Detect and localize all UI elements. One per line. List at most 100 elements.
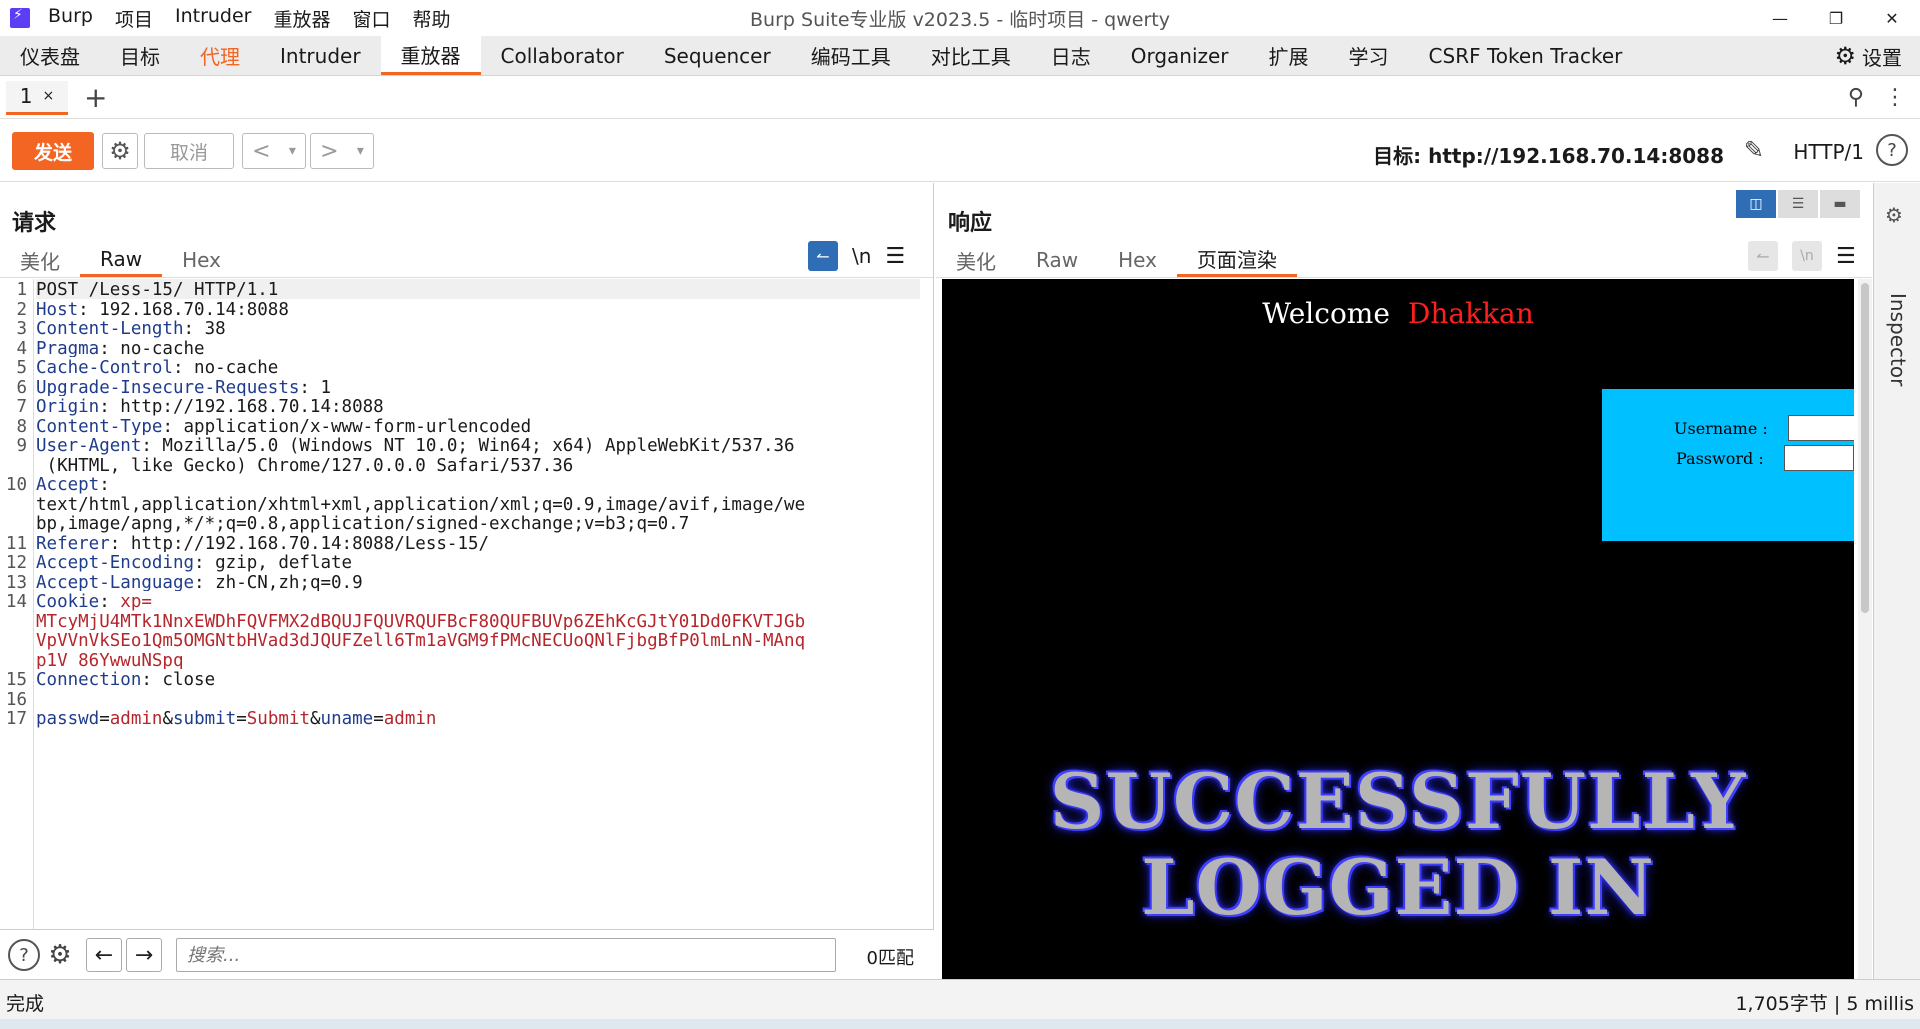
tab-render[interactable]: 页面渲染 [1176,243,1297,277]
pencil-icon[interactable]: ✎ [1744,136,1764,164]
main-tab-8[interactable]: 对比工具 [911,36,1031,75]
header-value: : application/x-www-form-urlencoded [162,416,532,436]
tab-raw[interactable]: Raw [1016,243,1098,277]
tab-pretty[interactable]: 美化 [936,243,1016,277]
request-code[interactable]: POST /Less-15/ HTTP/1.1 Host: 192.168.70.… [36,279,920,728]
main-tab-2[interactable]: 代理 [180,36,260,75]
next-match-button[interactable]: → [126,938,162,972]
code-line: text/html,application/xhtml+xml,applicat… [36,494,920,514]
word-wrap-icon: ↼ [1748,241,1778,271]
chevron-down-icon[interactable]: ▾ [289,143,296,159]
header-name: Referer [36,533,110,553]
header-name: Cookie [36,592,100,611]
search-icon[interactable]: ⚲ [1848,85,1864,110]
forward-nav[interactable]: > ▾ [310,133,374,169]
repeater-tab-bar: 1 × + ⚲ ⋮ [0,77,1920,119]
main-tab-0[interactable]: 仪表盘 [0,36,100,75]
response-panel: 响应 美化 Raw Hex 页面渲染 ↼ \n ☰ Welcome Dhakkan… [936,183,1872,979]
menu-help[interactable]: 帮助 [413,5,451,32]
close-window-button[interactable]: ✕ [1864,0,1920,36]
side-by-side-layout-icon[interactable]: ◫ [1736,190,1776,218]
main-tab-5[interactable]: Collaborator [481,36,644,75]
main-tab-11[interactable]: 扩展 [1249,36,1329,75]
menu-icon[interactable]: ☰ [885,244,905,269]
menu-burp[interactable]: Burp [48,5,93,32]
http-version-toggle[interactable]: HTTP/1 [1793,140,1864,164]
body-param-passwd_key: passwd [36,709,100,728]
restore-button[interactable]: ❐ [1808,0,1864,36]
forward-button[interactable]: > [320,139,338,164]
response-view-tabs: 美化 Raw Hex 页面渲染 [936,243,1297,277]
main-tab-6[interactable]: Sequencer [644,36,791,75]
back-nav[interactable]: < ▾ [242,133,306,169]
header-name: Accept-Language [36,572,195,592]
settings-button[interactable]: ⚙ 设置 [1834,36,1902,76]
main-tab-9[interactable]: 日志 [1031,36,1111,75]
tab-pretty[interactable]: 美化 [0,243,80,277]
cancel-button[interactable]: 取消 [144,133,234,169]
tab-hex[interactable]: Hex [162,243,241,277]
header-name: User-Agent [36,436,142,455]
gear-icon[interactable]: ⚙ [44,939,76,971]
line-number: 6 [16,377,27,398]
header-value: : 1 [299,377,332,397]
back-button[interactable]: < [252,139,270,164]
request-editor[interactable]: 1 2 3 4 5 6 7 8 9 10 11 12 13 14 15 16 17 POST /Less-15/… [0,279,934,929]
help-icon[interactable]: ? [1876,134,1908,166]
line-number: 8 [16,416,27,437]
main-tab-4[interactable]: 重放器 [380,36,481,75]
inspector-sidebar[interactable]: ⚙ Inspector [1873,183,1920,979]
header-value: text/html,application/xhtml+xml,applicat… [36,494,806,514]
tab-raw[interactable]: Raw [80,243,163,277]
menu-project[interactable]: 项目 [115,5,153,32]
main-tab-3[interactable]: Intruder [260,36,381,75]
header-value: : close [141,670,216,689]
header-value: POST /Less-15/ HTTP/1.1 [36,280,279,299]
newline-toggle[interactable]: \n [852,244,871,268]
search-input[interactable] [176,938,836,972]
main-tab-7[interactable]: 编码工具 [791,36,911,75]
repeater-tab-1[interactable]: 1 × [6,80,68,115]
stacked-layout-icon[interactable]: ☰ [1778,190,1818,218]
main-tab-12[interactable]: 学习 [1329,36,1409,75]
minimize-button[interactable]: — [1752,0,1808,36]
header-value: : no-cache [99,338,205,358]
main-tab-13[interactable]: CSRF Token Tracker [1409,36,1643,75]
line-number [0,611,27,631]
inspector-icon[interactable]: ⚙ [1885,203,1903,227]
single-pane-layout-icon[interactable]: ▬ [1820,190,1860,218]
line-number: 10 [5,475,27,495]
main-tab-bar: 仪表盘 目标 代理 Intruder 重放器 Collaborator Sequencer 编… [0,36,1920,76]
previous-match-button[interactable]: ← [86,938,122,972]
render-scrollbar[interactable] [1858,279,1872,979]
close-tab-icon[interactable]: × [43,88,55,104]
menu-repeater[interactable]: 重放器 [273,5,330,32]
menu-icon[interactable]: ☰ [1836,244,1856,269]
body-param-submit_key: submit [173,709,237,728]
line-number: 1 [16,280,27,300]
menu-window[interactable]: 窗口 [353,5,391,32]
header-value: bp,image/apng,*/*;q=0.8,application/sign… [36,514,690,533]
help-icon[interactable]: ? [8,939,40,971]
gear-icon[interactable]: ⚙ [102,133,138,169]
add-tab-button[interactable]: + [84,81,107,114]
password-field[interactable] [1783,445,1854,471]
send-button[interactable]: 发送 [12,132,94,170]
header-name: Accept-Encoding [36,553,195,572]
header-name: Origin [36,397,100,416]
header-value: : [99,475,110,494]
word-wrap-icon[interactable]: ↼ [808,241,838,271]
header-name: Cache-Control [36,358,173,377]
main-tab-1[interactable]: 目标 [100,36,180,75]
inspector-label[interactable]: Inspector [1886,293,1910,386]
line-number: 7 [16,397,27,417]
more-options-icon[interactable]: ⋮ [1884,85,1906,110]
repeater-tab-label: 1 [19,84,33,108]
chevron-down-icon[interactable]: ▾ [357,143,364,159]
cookie-value: VpVVnVkSEo1Qm5OMGNtbHVad3dJQUFZell6Tm1aV… [36,631,806,650]
menu-intruder[interactable]: Intruder [175,5,252,32]
main-tab-10[interactable]: Organizer [1111,36,1249,75]
header-value: : zh-CN,zh;q=0.9 [194,572,363,592]
username-field[interactable] [1787,415,1854,441]
tab-hex[interactable]: Hex [1098,243,1177,277]
